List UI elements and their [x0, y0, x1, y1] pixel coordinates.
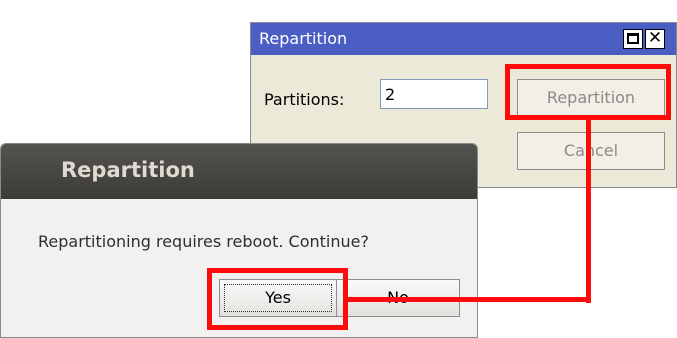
dialog-message: Repartitioning requires reboot. Continue…: [38, 232, 369, 251]
dialog-header: Repartition: [1, 144, 477, 199]
repartition-highlight-box: [505, 64, 671, 120]
close-icon: ✕: [647, 28, 663, 48]
close-button[interactable]: ✕: [645, 28, 665, 49]
yes-highlight-box: [207, 268, 348, 330]
partitions-label: Partitions:: [264, 90, 345, 109]
window-title: Repartition: [259, 29, 348, 48]
partitions-input[interactable]: [380, 79, 488, 109]
annotation-connector-line: [586, 116, 591, 303]
maximize-button[interactable]: [623, 29, 643, 49]
cancel-button[interactable]: Cancel: [517, 132, 665, 170]
annotation-connector-line: [344, 297, 591, 302]
window-titlebar[interactable]: Repartition ✕: [251, 23, 676, 55]
dialog-title: Repartition: [61, 158, 195, 182]
maximize-icon: [627, 33, 639, 44]
